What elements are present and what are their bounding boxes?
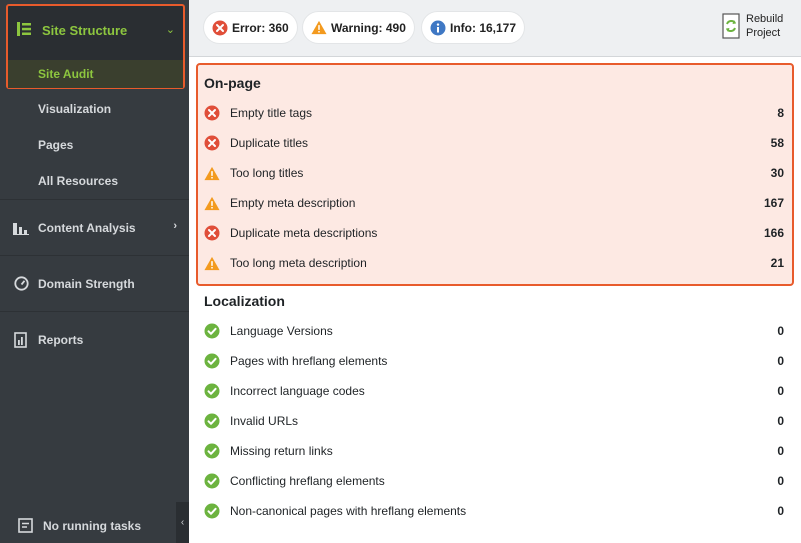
issue-row[interactable]: Empty title tags 8 [204,98,784,128]
sidebar-item-pages[interactable]: Pages [38,138,73,152]
issue-count: 167 [763,196,784,210]
issue-name: Empty title tags [230,106,313,120]
issue-row[interactable]: Conflicting hreflang elements 0 [204,466,784,496]
error-count-badge[interactable]: Error: 360 [204,12,297,43]
issue-row[interactable]: Non-canonical pages with hreflang elemen… [204,496,784,526]
warning-count-badge[interactable]: Warning: 490 [303,12,414,43]
site-structure-header[interactable]: Site Structure ⌄ [8,6,183,54]
error-icon [204,135,220,151]
issue-name: Missing return links [230,444,333,458]
onpage-title: On-page [204,75,261,91]
warning-icon [204,255,220,271]
issue-row[interactable]: Too long titles 30 [204,158,784,188]
issue-name: Duplicate titles [230,136,309,150]
issue-name: Too long meta description [230,256,367,270]
reports-icon [13,331,29,348]
chevron-down-icon: ⌄ [165,24,175,36]
gauge-icon [13,276,29,292]
issue-count: 0 [777,414,784,428]
issue-count: 30 [770,166,784,180]
project-label: Project [746,27,781,39]
tasks-icon [18,518,33,533]
issue-row[interactable]: Missing return links 0 [204,436,784,466]
chevron-left-icon: ‹ [180,517,185,528]
domain-strength-label: Domain Strength [38,276,135,291]
issue-row[interactable]: Incorrect language codes 0 [204,376,784,406]
error-icon [204,105,220,121]
issue-name: Duplicate meta descriptions [230,226,378,240]
chevron-right-icon: › [173,220,177,232]
content-analysis-label: Content Analysis [38,220,136,235]
check-icon [204,383,220,399]
issue-row[interactable]: Pages with hreflang elements 0 [204,346,784,376]
issue-count: 0 [777,474,784,488]
sidebar-item-domain-strength[interactable]: Domain Strength [0,255,189,311]
sidebar-item-content-analysis[interactable]: Content Analysis › [0,199,189,255]
sidebar-item-visualization[interactable]: Visualization [38,102,111,116]
issue-count: 58 [770,136,784,150]
check-icon [204,323,220,339]
sidebar: Site Structure ⌄ Site Audit Visualizatio… [0,0,189,543]
issue-count: 0 [777,504,784,518]
site-structure-icon [16,21,32,40]
info-count-badge[interactable]: Info: 16,177 [422,12,525,43]
issue-count: 0 [777,324,784,338]
sidebar-item-site-audit[interactable]: Site Audit [8,60,183,88]
sidebar-item-reports[interactable]: Reports [0,311,189,367]
reports-label: Reports [38,332,84,347]
issue-name: Language Versions [230,324,333,338]
issue-row[interactable]: Language Versions 0 [204,316,784,346]
issue-row[interactable]: Too long meta description 21 [204,248,784,278]
issue-count: 166 [763,226,784,240]
site-structure-label: Site Structure [42,22,128,38]
site-structure-group: Site Structure ⌄ Site Audit [6,4,185,89]
rebuild-icon [722,13,740,39]
warning-icon [204,165,220,181]
issue-name: Too long titles [230,166,304,180]
issue-name: Conflicting hreflang elements [230,474,385,488]
content-analysis-icon [13,220,29,236]
warning-icon [311,20,327,36]
check-icon [204,353,220,369]
check-icon [204,503,220,519]
running-tasks-status[interactable]: No running tasks [0,508,176,543]
issue-count: 0 [777,354,784,368]
issue-count: 0 [777,444,784,458]
collapse-sidebar-button[interactable]: ‹ [176,502,189,543]
warning-icon [204,195,220,211]
issue-name: Empty meta description [230,196,356,210]
info-count-label: Info: 16,177 [450,20,517,35]
issue-row[interactable]: Duplicate meta descriptions 166 [204,218,784,248]
warning-count-label: Warning: 490 [331,20,406,35]
summary-bar: Error: 360 Warning: 490 Info: 16,177 [189,0,801,57]
issue-name: Invalid URLs [230,414,299,428]
error-icon [212,20,228,36]
info-icon [430,20,446,36]
issue-row[interactable]: Empty meta description 167 [204,188,784,218]
check-icon [204,473,220,489]
issue-row[interactable]: Invalid URLs 0 [204,406,784,436]
check-icon [204,413,220,429]
check-icon [204,443,220,459]
sidebar-item-all-resources[interactable]: All Resources [38,174,118,188]
issue-name: Non-canonical pages with hreflang elemen… [230,504,467,518]
issue-name: Pages with hreflang elements [230,354,388,368]
issue-count: 21 [770,256,784,270]
localization-title: Localization [204,293,285,309]
error-count-label: Error: 360 [232,20,289,35]
issue-count: 0 [777,384,784,398]
error-icon [204,225,220,241]
issue-count: 8 [777,106,784,120]
rebuild-project-button[interactable]: Rebuild Project [722,12,783,40]
rebuild-label: Rebuild [746,13,784,25]
no-running-tasks-label: No running tasks [43,518,142,533]
issue-row[interactable]: Duplicate titles 58 [204,128,784,158]
issue-name: Incorrect language codes [230,384,365,398]
